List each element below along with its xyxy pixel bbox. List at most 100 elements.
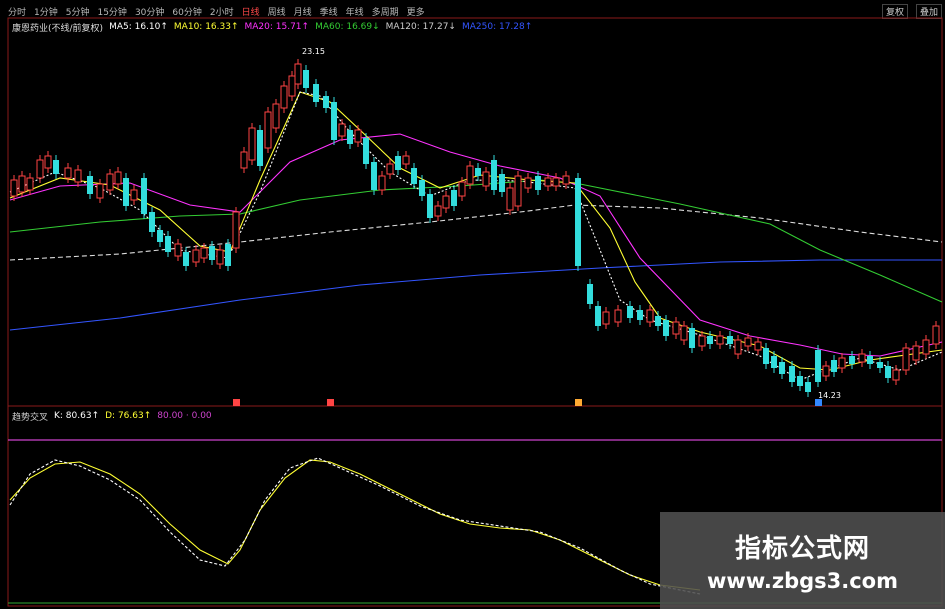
- ma60-line: [9, 179, 943, 303]
- candle-body-up: [672, 321, 680, 335]
- candle-body-up: [614, 309, 622, 323]
- signal-marker: [575, 399, 582, 406]
- candle-body-up: [288, 75, 296, 97]
- candle-body-down: [491, 160, 497, 190]
- candle-body-up: [130, 189, 138, 201]
- candle-body-down: [535, 176, 541, 190]
- candle-body-up: [264, 111, 272, 149]
- candle-body-down: [655, 316, 661, 326]
- candle-body-down: [257, 130, 263, 166]
- candle-body-down: [303, 70, 309, 88]
- candle-body-up: [192, 249, 200, 263]
- candle-body-down: [363, 138, 369, 164]
- ma250-line: [9, 259, 942, 331]
- candle-body-up: [106, 173, 114, 191]
- candle-body-up: [74, 169, 82, 183]
- candle-body-up: [386, 163, 394, 175]
- candle-body-down: [347, 130, 353, 144]
- candle-body-down: [663, 320, 669, 336]
- candle-body-up: [838, 357, 846, 369]
- candle-body-up: [754, 341, 762, 351]
- candle-body-down: [627, 306, 633, 318]
- signal-marker: [815, 399, 822, 406]
- candle-body-down: [331, 102, 337, 140]
- candle-body-down: [499, 174, 505, 192]
- candle-body-down: [689, 328, 695, 348]
- candle-body-up: [932, 325, 940, 345]
- indicator-d-line: [9, 459, 701, 591]
- candle-body-down: [707, 336, 713, 344]
- candle-body-up: [858, 353, 866, 363]
- candle-body-down: [595, 306, 601, 326]
- candle-body-down: [877, 362, 883, 368]
- candle-body-down: [149, 212, 155, 232]
- ma20-line: [9, 133, 943, 357]
- candle-body-down: [815, 350, 821, 382]
- candle-body-down: [323, 96, 329, 108]
- candle-body-up: [482, 171, 490, 187]
- indicator-legend: 趋势交叉 K: 80.63↑ D: 76.63↑ 80.00 · 0.00: [12, 410, 212, 423]
- candle-body-up: [698, 335, 706, 347]
- candle-body-up: [434, 205, 442, 217]
- candle-body-down: [797, 376, 803, 386]
- candle-body-down: [165, 236, 171, 252]
- candle-body-up: [18, 175, 26, 193]
- candle-body-down: [411, 168, 417, 184]
- candle-body-down: [575, 178, 581, 266]
- candle-body-up: [174, 243, 182, 257]
- candle-body-up: [646, 309, 654, 323]
- candle-body-up: [602, 311, 610, 325]
- candle-body-down: [419, 180, 425, 196]
- candle-body-down: [451, 190, 457, 206]
- candle-body-down: [727, 336, 733, 344]
- indicator-name[interactable]: 趋势交叉: [12, 410, 48, 423]
- candle-body-down: [587, 284, 593, 304]
- candle-body-down: [771, 356, 777, 368]
- candle-body-up: [294, 63, 302, 85]
- candle-body-up: [744, 337, 752, 347]
- candle-body-up: [402, 155, 410, 165]
- candle-body-up: [544, 177, 552, 187]
- watermark: 指标公式网 www.zbgs3.com: [660, 512, 945, 609]
- signal-marker: [327, 399, 334, 406]
- candle-body-down: [427, 194, 433, 218]
- candle-body-down: [779, 362, 785, 374]
- candle-body-up: [44, 155, 52, 169]
- candle-body-up: [64, 167, 72, 179]
- candle-body-up: [902, 347, 910, 371]
- candle-body-down: [831, 360, 837, 372]
- candle-body-up: [912, 345, 920, 361]
- candle-body-down: [141, 178, 147, 214]
- indicator-k-value: K: 80.63↑: [54, 411, 100, 421]
- peak-price-label: 23.15: [302, 47, 325, 56]
- candle-body-up: [216, 249, 224, 265]
- candle-body-up: [10, 179, 18, 197]
- ma5-line: [9, 91, 943, 381]
- watermark-title: 指标公式网: [734, 534, 870, 564]
- candle-body-up: [240, 151, 248, 169]
- candle-body-down: [395, 156, 401, 170]
- indicator-k-line: [9, 457, 701, 595]
- candle-body-down: [209, 246, 215, 260]
- candle-body-up: [680, 325, 688, 341]
- candle-body-down: [313, 84, 319, 102]
- candle-body-down: [885, 366, 891, 378]
- watermark-url: www.zbgs3.com: [707, 569, 898, 593]
- candle-body-up: [552, 177, 560, 187]
- candle-body-up: [200, 247, 208, 259]
- candle-body-down: [225, 244, 231, 266]
- candle-body-up: [506, 187, 514, 211]
- candle-body-down: [475, 168, 481, 176]
- candle-body-up: [96, 183, 104, 199]
- candle-body-down: [789, 366, 795, 382]
- candle-body-down: [637, 310, 643, 320]
- candle-body-down: [53, 160, 59, 174]
- candle-body-up: [442, 195, 450, 209]
- candle-body-down: [183, 252, 189, 266]
- candle-body-down: [867, 356, 873, 364]
- chart-window: 分时 1分钟 5分钟 15分钟 30分钟 60分钟 2小时 日线 周线 月线 季…: [0, 0, 945, 609]
- candle-body-down: [87, 176, 93, 194]
- low-price-label: 14.23: [818, 391, 841, 400]
- indicator-d-value: D: 76.63↑: [105, 411, 152, 421]
- candle-body-up: [562, 175, 570, 185]
